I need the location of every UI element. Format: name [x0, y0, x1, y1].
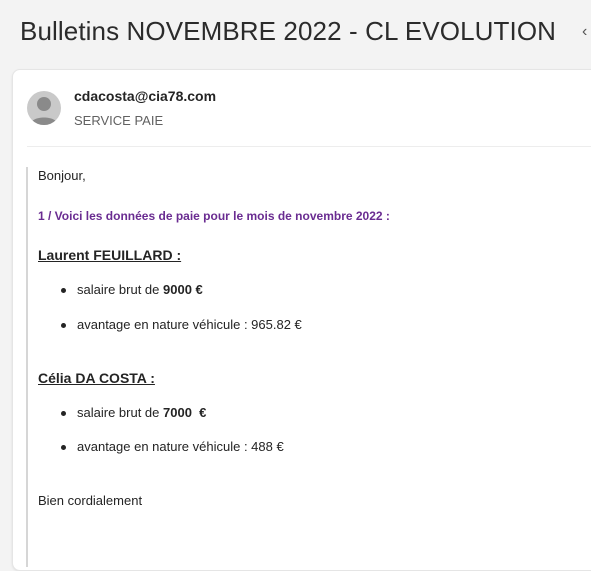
sender-email[interactable]: cdacosta@cia78.com [74, 88, 216, 104]
benefit-line: avantage en nature véhicule : 488 € [77, 439, 284, 454]
salary-value: 7000 € [163, 405, 207, 420]
intro-text: 1 / Voici les données de paie pour le mo… [38, 209, 390, 223]
bullet [61, 445, 66, 450]
salary-label: salaire brut de [77, 405, 163, 420]
email-subject: Bulletins NOVEMBRE 2022 - CL EVOLUTION [20, 16, 557, 46]
bullet [61, 288, 66, 293]
bullet [61, 323, 66, 328]
benefit-line: avantage en nature véhicule : 965.82 € [77, 317, 302, 332]
chevron-left-icon[interactable]: ‹ [582, 22, 591, 42]
employee-name: Célia DA COSTA : [38, 370, 155, 386]
bullet [61, 411, 66, 416]
salary-line: salaire brut de 9000 € [77, 282, 203, 297]
employee-name: Laurent FEUILLARD : [38, 247, 182, 263]
closing-text: Bien cordialement [38, 493, 143, 508]
header-divider [27, 146, 591, 147]
salary-value: 9000 € [163, 282, 203, 297]
greeting-text: Bonjour, [38, 168, 86, 183]
salary-line: salaire brut de 7000 € [77, 405, 206, 420]
person-icon [30, 97, 58, 125]
salary-label: salaire brut de [77, 282, 163, 297]
avatar[interactable] [27, 91, 61, 125]
sender-organization: SERVICE PAIE [74, 113, 164, 128]
email-message-card: cdacosta@cia78.com SERVICE PAIE Bonjour,… [12, 69, 591, 571]
quote-bar [26, 167, 28, 567]
